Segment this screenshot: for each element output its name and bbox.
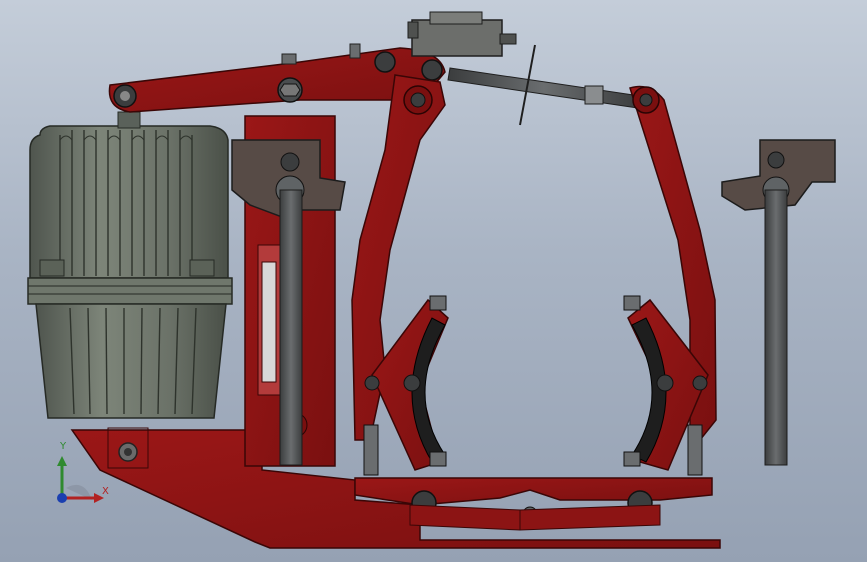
y-axis-label: Y <box>60 441 67 452</box>
tie-rod[interactable] <box>447 44 641 126</box>
z-axis-dot <box>57 493 67 503</box>
limit-switch[interactable] <box>407 11 517 57</box>
motor-thruster[interactable] <box>27 111 233 419</box>
y-axis-arrowhead <box>57 456 67 466</box>
brake-assembly-model[interactable] <box>0 0 867 562</box>
right-support-rod[interactable] <box>721 139 836 466</box>
coordinate-triad: Y X <box>44 440 124 510</box>
triad-axes <box>57 456 104 503</box>
x-axis-label: X <box>102 486 109 497</box>
cad-viewport[interactable]: Y X <box>0 0 867 562</box>
